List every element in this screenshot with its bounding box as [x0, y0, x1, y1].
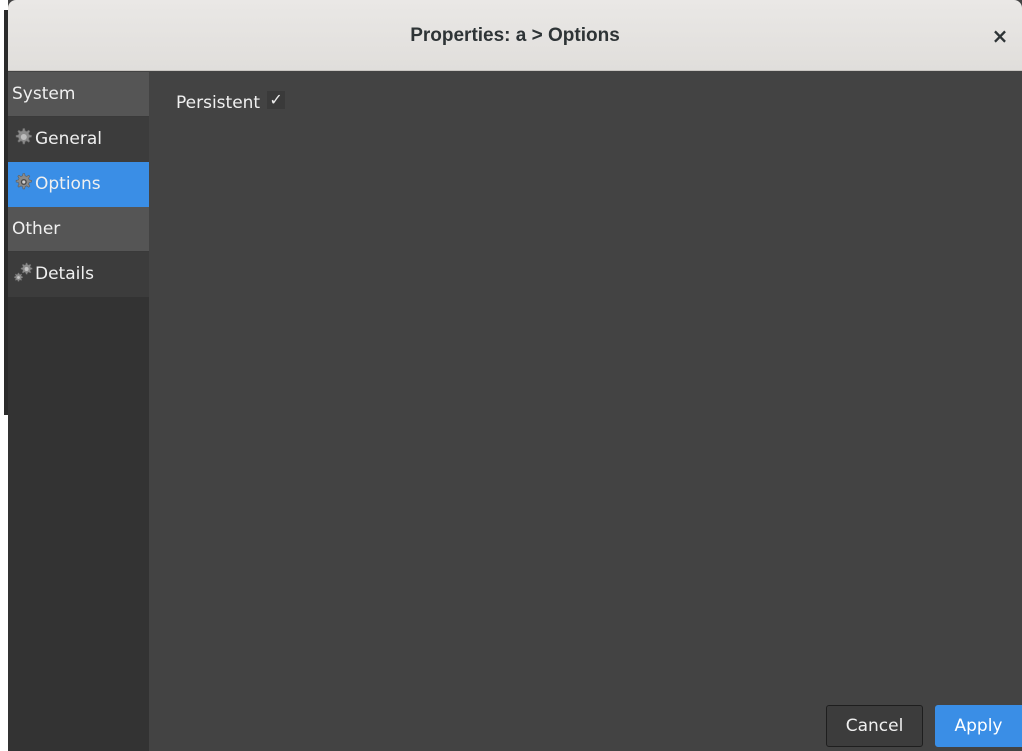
sidebar-item-general[interactable]: General [8, 117, 149, 162]
persistent-label: Persistent [176, 93, 261, 113]
sidebar-item-label: Details [35, 264, 94, 284]
sidebar-item-options[interactable]: Options [8, 162, 149, 207]
sidebar-item-label: Options [35, 174, 101, 194]
dialog-title: Properties: a > Options [410, 25, 620, 46]
cancel-button[interactable]: Cancel [826, 705, 923, 747]
check-icon: ✓ [269, 90, 283, 109]
persistent-setting: Persistent ✓ [176, 90, 286, 116]
close-button[interactable]: × [986, 22, 1014, 50]
sidebar-item-details[interactable]: Details [8, 252, 149, 297]
sidebar-header-label: System [12, 84, 76, 104]
sidebar-header-other: Other [8, 207, 149, 252]
sidebar-header-label: Other [12, 219, 61, 239]
sidebar-header-system: System [8, 72, 149, 117]
properties-dialog: Properties: a > Options × System General [8, 0, 1022, 751]
sidebar-item-label: General [35, 129, 102, 149]
close-icon: × [991, 24, 1009, 48]
gear-icon [15, 128, 32, 145]
title-bar[interactable]: Properties: a > Options × [8, 0, 1022, 71]
sidebar: System General Options Other Details [8, 72, 149, 751]
apply-button[interactable]: Apply [935, 705, 1022, 747]
gears-icon [14, 262, 33, 282]
persistent-checkbox[interactable]: ✓ [267, 90, 286, 109]
gear-icon [15, 173, 32, 190]
options-panel: Persistent ✓ Cancel Apply [149, 72, 1022, 751]
